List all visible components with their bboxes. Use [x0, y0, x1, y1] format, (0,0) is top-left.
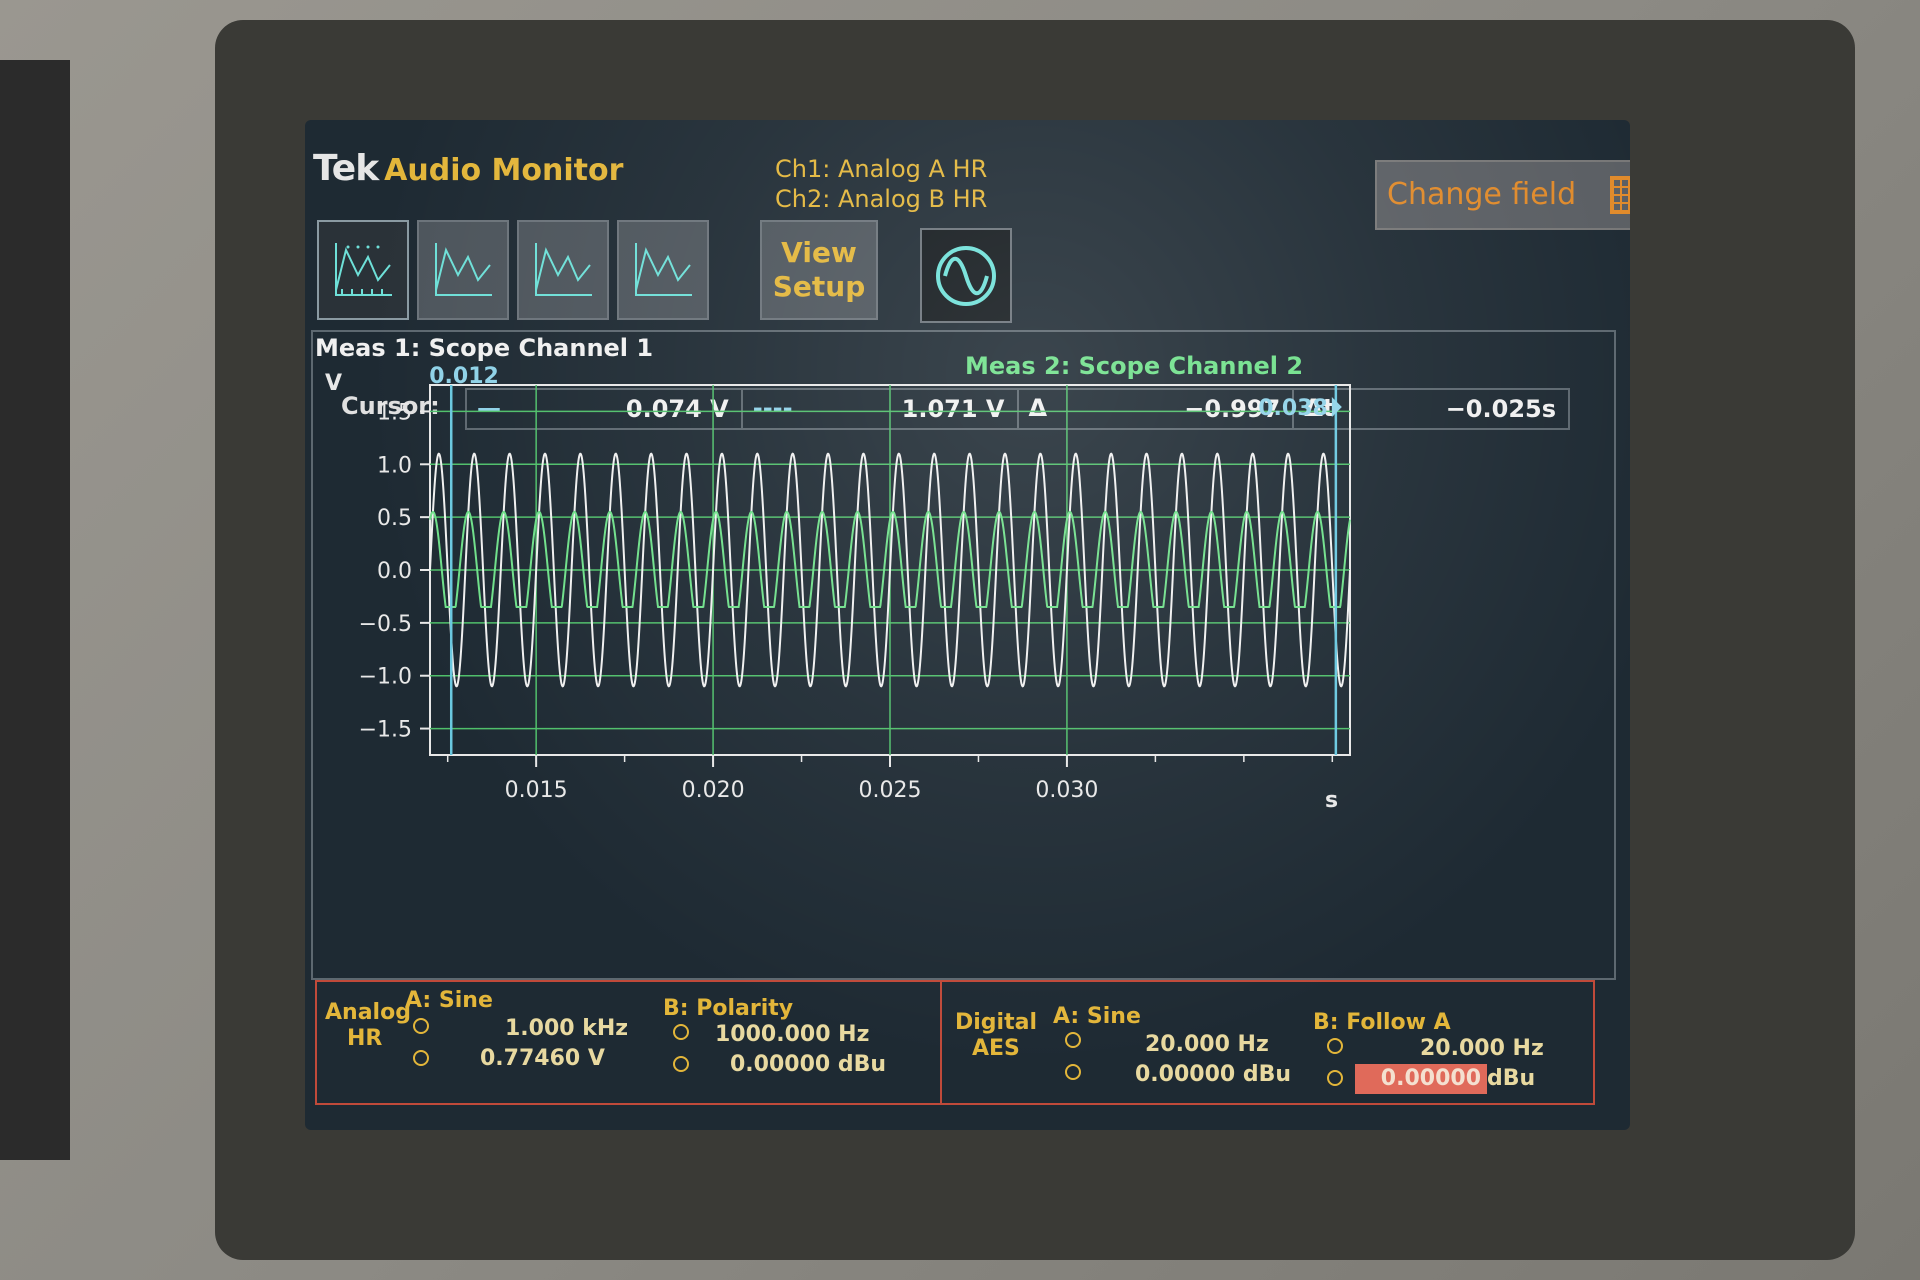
digital-a-level[interactable]: 0.00000 dBu: [1135, 1062, 1291, 1087]
y-tick-label: −0.5: [359, 612, 412, 637]
analog-b-freq-radio[interactable]: [673, 1024, 689, 1040]
cursor-right-label: 0.038: [1258, 396, 1328, 421]
y-tick-label: −1.5: [359, 718, 412, 743]
x-tick-label: 0.025: [859, 778, 922, 803]
analog-label: Analog: [325, 1000, 411, 1025]
digital-b-level-unit: dBu: [1487, 1066, 1536, 1091]
analog-b-title: B: Polarity: [663, 996, 794, 1021]
x-tick-label: 0.020: [682, 778, 745, 803]
analog-b-freq[interactable]: 1000.000 Hz: [715, 1022, 869, 1047]
y-tick-label: 1.0: [377, 453, 412, 478]
digital-a-title: A: Sine: [1053, 1004, 1141, 1029]
analog-a-level-radio[interactable]: [413, 1050, 429, 1066]
x-tick-label: 0.030: [1035, 778, 1098, 803]
digital-a-freq[interactable]: 20.000 Hz: [1145, 1032, 1269, 1057]
y-tick-label: −1.0: [359, 665, 412, 690]
y-tick-label: 0.5: [377, 506, 412, 531]
y-axis-label: V: [325, 371, 342, 396]
analog-hr-label: HR: [347, 1026, 383, 1051]
analog-b-level-radio[interactable]: [673, 1056, 689, 1072]
digital-b-title: B: Follow A: [1313, 1010, 1451, 1035]
generator-divider: [940, 980, 942, 1105]
analog-b-level[interactable]: 0.00000 dBu: [730, 1052, 886, 1077]
digital-aes-label: AES: [972, 1036, 1020, 1061]
digital-a-freq-radio[interactable]: [1065, 1032, 1081, 1048]
digital-b-freq[interactable]: 20.000 Hz: [1420, 1036, 1544, 1061]
analog-a-freq-radio[interactable]: [413, 1018, 429, 1034]
monitor-screen: Tek Audio Monitor Ch1: Analog A HR Ch2: A…: [305, 120, 1630, 1130]
y-tick-label: 0.0: [377, 559, 412, 584]
digital-label: Digital: [955, 1010, 1037, 1035]
digital-b-level-field[interactable]: 0.00000: [1355, 1064, 1487, 1094]
digital-b-freq-radio[interactable]: [1327, 1038, 1343, 1054]
analog-a-freq[interactable]: 1.000 kHz: [505, 1016, 628, 1041]
digital-a-level-radio[interactable]: [1065, 1064, 1081, 1080]
scope-plot: 1.5 1.0 0.5 0.0 −0.5 −1.0 −1.5 0.015 0.020 0.025 0…: [325, 364, 1351, 813]
analog-a-title: A: Sine: [405, 988, 493, 1013]
cursor-left-label: 0.012: [429, 364, 499, 389]
device-side-slot: [0, 60, 70, 1160]
y-tick-label: 1.5: [377, 400, 412, 425]
analog-a-level[interactable]: 0.77460 V: [480, 1046, 605, 1071]
digital-b-level-radio[interactable]: [1327, 1070, 1343, 1086]
x-tick-label: 0.015: [505, 778, 568, 803]
x-axis-label: s: [1325, 788, 1338, 813]
